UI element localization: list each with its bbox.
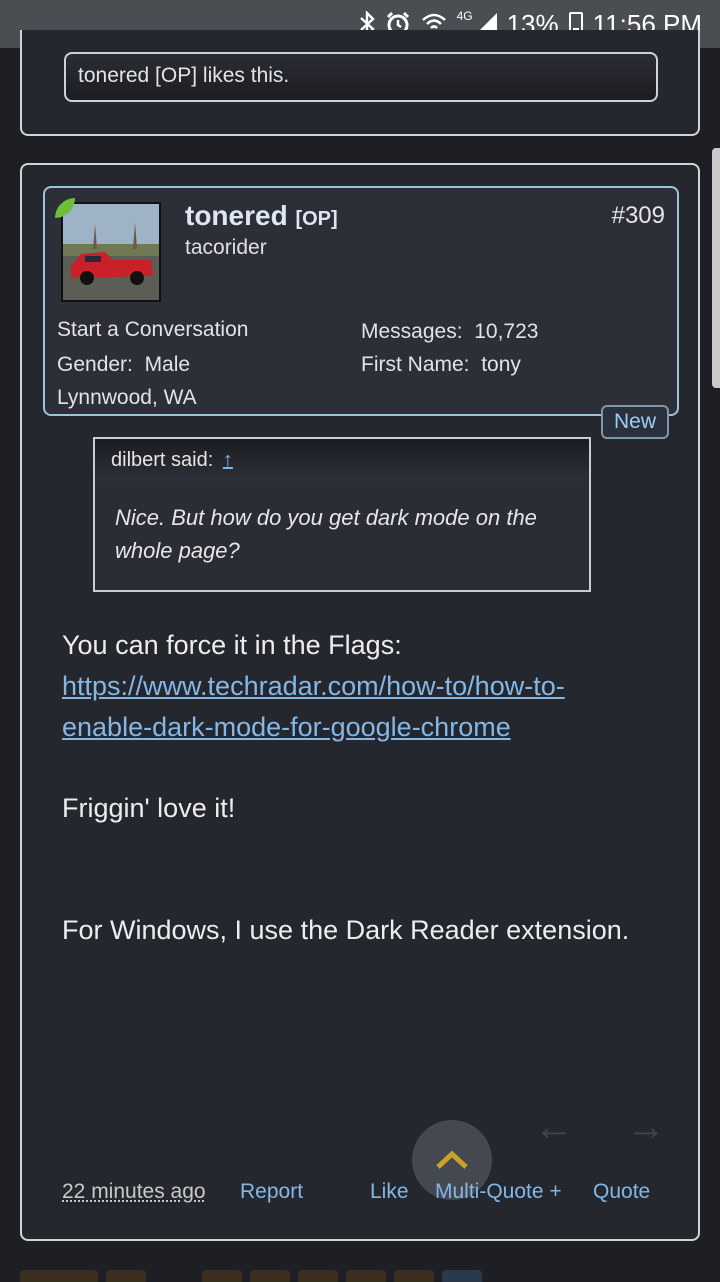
multi-quote-link[interactable]: Multi-Quote + [435,1180,562,1204]
likes-summary[interactable]: tonered [OP] likes this. [64,52,658,102]
pager-button[interactable] [442,1270,482,1282]
first-name-value: tony [481,353,521,376]
network-type: 4G [456,9,473,23]
post-number[interactable]: #309 [612,202,665,230]
messages-row: Messages: 10,723 [361,320,538,344]
page-scrollbar[interactable] [712,148,720,388]
arrow-left-icon[interactable]: ← [534,1105,574,1150]
start-conversation-link[interactable]: Start a Conversation [57,318,248,342]
new-badge: New [601,405,669,439]
message-body: You can force it in the Flags: https://w… [62,625,642,951]
quote-jump-icon[interactable]: ↑ [223,449,233,471]
post-card: tonered [OP] tacorider #309 Start a Conv… [20,163,700,1241]
user-title: tacorider [185,236,267,259]
pager-button[interactable] [20,1270,98,1282]
pager-button[interactable] [106,1270,146,1282]
pager-button[interactable] [394,1270,434,1282]
user-location: Lynnwood, WA [57,386,197,409]
post-time[interactable]: 22 minutes ago [62,1180,206,1204]
pager-button[interactable] [298,1270,338,1282]
previous-post: tonered [OP] likes this. [20,30,700,136]
messages-label: Messages: [361,320,463,343]
pager-button[interactable] [346,1270,386,1282]
quote-header: dilbert said: ↑ [95,439,589,481]
gender-label: Gender: [57,353,133,376]
username-text[interactable]: tonered [185,200,288,231]
chevron-up-icon [436,1150,468,1169]
pager-button[interactable] [202,1270,242,1282]
message-line-3: For Windows, I use the Dark Reader exten… [62,915,630,945]
quote-block: dilbert said: ↑ Nice. But how do you get… [93,437,591,592]
pager-button[interactable] [250,1270,290,1282]
gender-row: Gender: Male [57,353,190,377]
first-name-row: First Name: tony [361,353,521,377]
message-line-2: Friggin' love it! [62,793,236,823]
quote-author: dilbert said: [111,449,214,471]
messages-value: 10,723 [474,320,539,343]
first-name-label: First Name: [361,353,470,376]
arrow-right-icon[interactable]: → [626,1105,666,1150]
gender-value: Male [144,353,191,376]
user-info-box: tonered [OP] tacorider #309 Start a Conv… [43,186,679,416]
message-link[interactable]: https://www.techradar.com/how-to/how-to-… [62,671,565,742]
quote-link[interactable]: Quote [593,1180,650,1204]
user-avatar[interactable] [61,202,161,302]
like-link[interactable]: Like [370,1180,409,1204]
op-tag: [OP] [295,208,338,230]
message-line-1: You can force it in the Flags: [62,630,402,660]
report-link[interactable]: Report [240,1180,303,1204]
username[interactable]: tonered [OP] [185,200,338,232]
quote-text: Nice. But how do you get dark mode on th… [115,505,537,563]
